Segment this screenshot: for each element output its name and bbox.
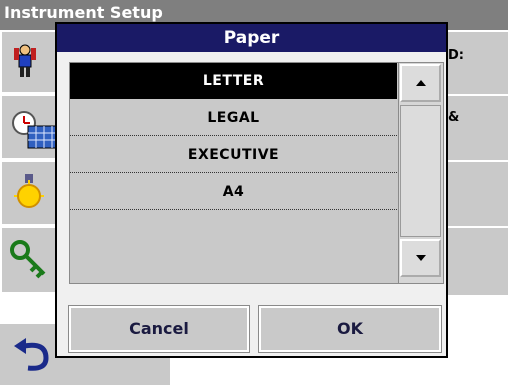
right-fragment-1: D:: [448, 48, 464, 63]
clock-calendar-icon: [12, 111, 59, 149]
up-arrow-icon: [415, 80, 426, 86]
right-button-2[interactable]: &: [446, 94, 508, 160]
option-a4[interactable]: A4: [70, 174, 397, 210]
back-arrow-icon: [14, 338, 49, 371]
option-letter[interactable]: LETTER: [70, 63, 397, 99]
right-button-1[interactable]: D:: [446, 30, 508, 94]
key-icon: [10, 240, 46, 279]
lamp-icon: [14, 174, 44, 208]
scroll-down-button[interactable]: [400, 239, 441, 277]
option-legal[interactable]: LEGAL: [70, 100, 397, 136]
right-button-3[interactable]: [446, 160, 508, 226]
dialog-title: Paper: [57, 24, 446, 52]
paper-options-list: LETTER LEGAL EXECUTIVE A4: [69, 62, 444, 284]
paper-dialog: Paper LETTER LEGAL EXECUTIVE A4 Cancel O…: [55, 22, 448, 358]
scroll-up-button[interactable]: [400, 64, 441, 102]
scrollbar[interactable]: [398, 63, 443, 283]
option-executive[interactable]: EXECUTIVE: [70, 137, 397, 173]
background-title: Instrument Setup: [4, 3, 163, 22]
cancel-button[interactable]: Cancel: [68, 305, 250, 353]
right-button-4[interactable]: [446, 226, 508, 295]
ok-button[interactable]: OK: [258, 305, 442, 353]
down-arrow-icon: [415, 255, 426, 261]
scroll-track[interactable]: [400, 105, 441, 237]
operator-icon: [14, 44, 36, 77]
right-fragment-2: &: [448, 110, 460, 125]
